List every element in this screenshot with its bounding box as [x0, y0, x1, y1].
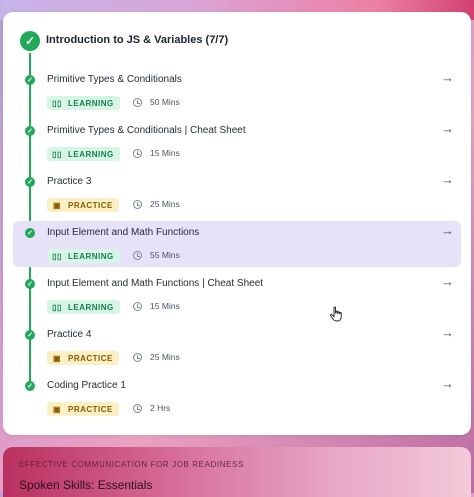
badge-label: PRACTICE — [68, 404, 113, 414]
course-category: EFFECTIVE COMMUNICATION FOR JOB READINES… — [19, 460, 244, 469]
item-title: Primitive Types & Conditionals — [47, 74, 182, 85]
check-circle-icon: ✓ — [25, 75, 35, 85]
item-title: Coding Practice 1 — [47, 380, 126, 391]
badge-label: LEARNING — [68, 251, 114, 261]
clock-icon — [133, 98, 142, 107]
item-title: Primitive Types & Conditionals | Cheat S… — [47, 125, 246, 136]
practice-badge: ▣ PRACTICE — [47, 402, 119, 416]
arrow-right-icon[interactable]: → — [441, 223, 455, 239]
duration: 15 Mins — [150, 301, 180, 311]
check-circle-icon: ✓ — [25, 279, 35, 289]
book-icon: ▯▯ — [52, 149, 62, 159]
check-circle-icon: ✓ — [25, 381, 35, 391]
duration: 2 Hrs — [150, 403, 171, 413]
learning-badge: ▯▯ LEARNING — [47, 96, 120, 110]
practice-badge: ▣ PRACTICE — [47, 198, 119, 212]
list-item[interactable]: ✓ Coding Practice 1 → ▣ PRACTICE 2 Hrs — [13, 374, 461, 420]
arrow-right-icon[interactable]: → — [441, 325, 455, 341]
list-item[interactable]: ✓ Primitive Types & Conditionals → ▯▯ LE… — [13, 68, 461, 114]
clipboard-icon: ▣ — [52, 404, 62, 414]
badge-label: LEARNING — [68, 302, 114, 312]
clock-icon — [133, 404, 142, 413]
item-title: Practice 3 — [47, 176, 92, 187]
item-title: Practice 4 — [47, 329, 92, 340]
arrow-right-icon[interactable]: → — [441, 274, 455, 290]
arrow-right-icon[interactable]: → — [441, 172, 455, 188]
badge-label: LEARNING — [68, 149, 114, 159]
check-circle-icon: ✓ — [25, 330, 35, 340]
badge-label: PRACTICE — [68, 353, 113, 363]
module-title: Introduction to JS & Variables (7/7) — [46, 34, 229, 46]
learning-badge: ▯▯ LEARNING — [47, 147, 120, 161]
arrow-right-icon[interactable]: → — [441, 121, 455, 137]
list-item[interactable]: ✓ Practice 3 → ▣ PRACTICE 25 Mins — [13, 170, 461, 216]
list-item[interactable]: ✓ Input Element and Math Functions → ▯▯ … — [13, 221, 461, 267]
list-item[interactable]: ✓ Primitive Types & Conditionals | Cheat… — [13, 119, 461, 165]
duration: 15 Mins — [150, 148, 180, 158]
book-icon: ▯▯ — [52, 302, 62, 312]
duration: 50 Mins — [150, 97, 180, 107]
practice-badge: ▣ PRACTICE — [47, 351, 119, 365]
arrow-right-icon[interactable]: → — [441, 70, 455, 86]
check-circle-icon: ✓ — [25, 126, 35, 136]
learning-badge: ▯▯ LEARNING — [47, 300, 120, 314]
list-item[interactable]: ✓ Input Element and Math Functions | Che… — [13, 272, 461, 318]
clock-icon — [133, 251, 142, 260]
hand-cursor-icon — [330, 306, 342, 322]
clock-icon — [133, 149, 142, 158]
course-title: Spoken Skills: Essentials — [19, 478, 153, 492]
clipboard-icon: ▣ — [52, 353, 62, 363]
duration: 25 Mins — [150, 199, 180, 209]
badge-label: LEARNING — [68, 98, 114, 108]
duration: 25 Mins — [150, 352, 180, 362]
clock-icon — [133, 200, 142, 209]
check-circle-icon: ✓ — [25, 177, 35, 187]
next-course-card[interactable]: EFFECTIVE COMMUNICATION FOR JOB READINES… — [3, 447, 471, 497]
list-item[interactable]: ✓ Practice 4 → ▣ PRACTICE 25 Mins — [13, 323, 461, 369]
book-icon: ▯▯ — [52, 98, 62, 108]
badge-label: PRACTICE — [68, 200, 113, 210]
clock-icon — [133, 353, 142, 362]
check-circle-icon: ✓ — [20, 31, 40, 51]
clipboard-icon: ▣ — [52, 200, 62, 210]
book-icon: ▯▯ — [52, 251, 62, 261]
check-circle-icon: ✓ — [25, 228, 35, 238]
item-title: Input Element and Math Functions — [47, 227, 200, 238]
arrow-right-icon[interactable]: → — [441, 376, 455, 392]
clock-icon — [133, 302, 142, 311]
learning-badge: ▯▯ LEARNING — [47, 249, 120, 263]
duration: 55 Mins — [150, 250, 180, 260]
item-title: Input Element and Math Functions | Cheat… — [47, 278, 264, 289]
